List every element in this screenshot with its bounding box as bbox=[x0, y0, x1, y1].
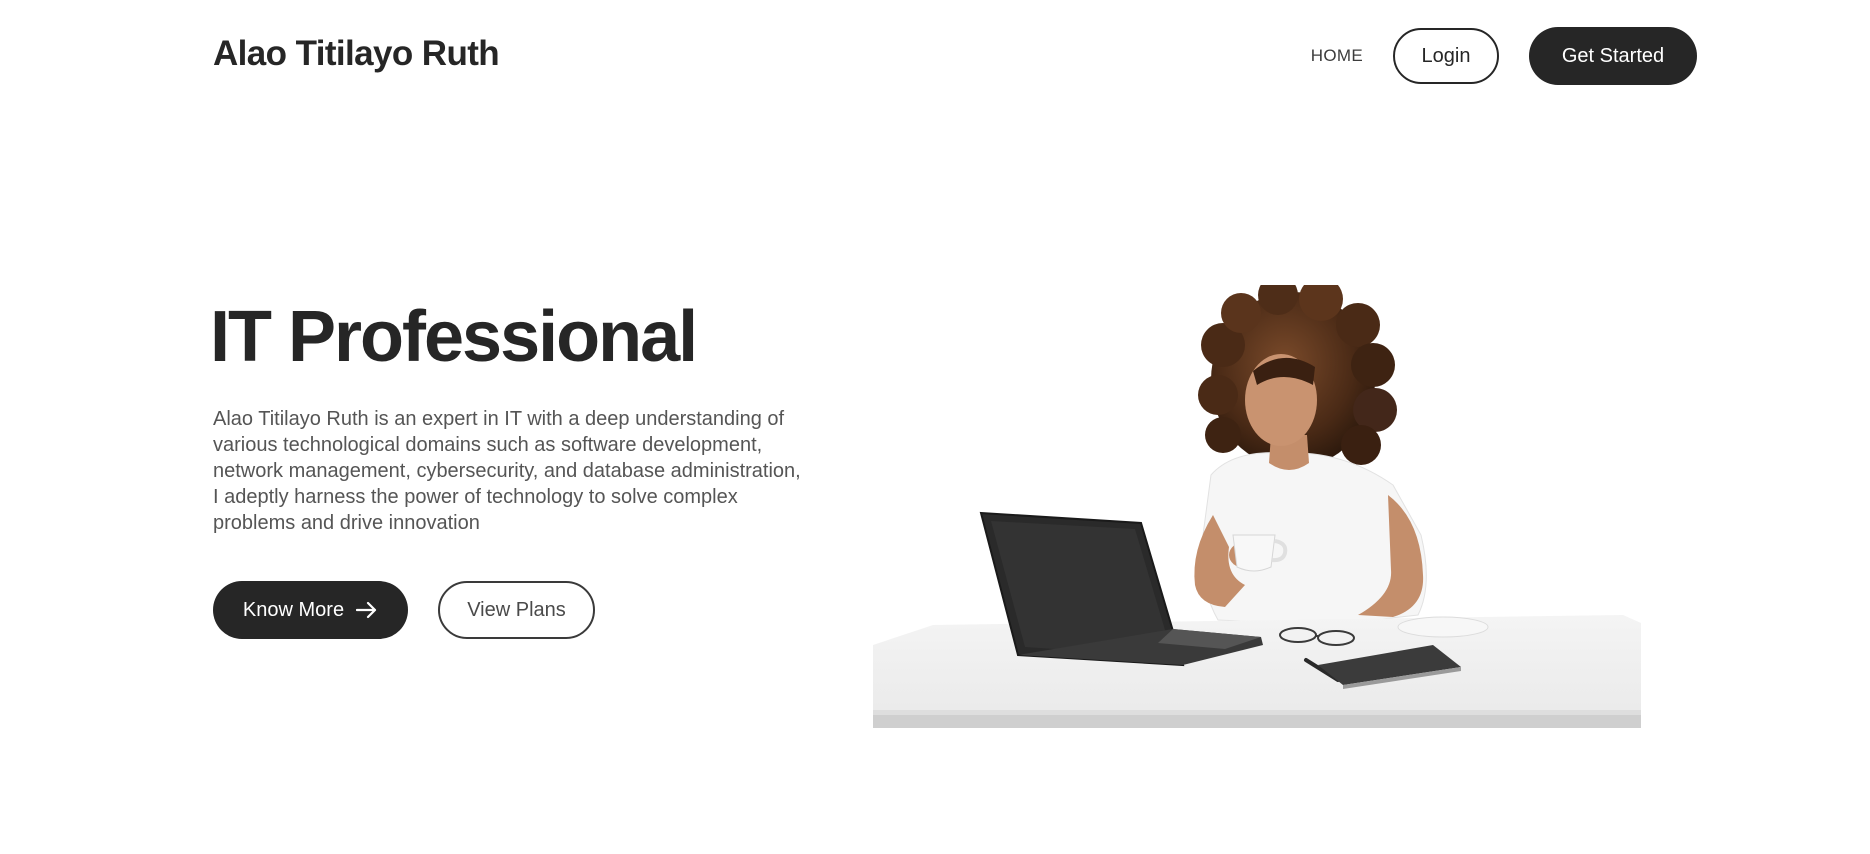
login-button[interactable]: Login bbox=[1393, 28, 1499, 84]
desk bbox=[873, 615, 1641, 728]
view-plans-button[interactable]: View Plans bbox=[438, 581, 595, 639]
hero-description: Alao Titilayo Ruth is an expert in IT wi… bbox=[213, 408, 801, 534]
hero-title: IT Professional bbox=[210, 297, 698, 377]
hero-actions: Know More View Plans bbox=[213, 581, 595, 639]
arrow-right-icon bbox=[356, 601, 378, 619]
know-more-button[interactable]: Know More bbox=[213, 581, 408, 639]
brand-logo-text[interactable]: Alao Titilayo Ruth bbox=[213, 34, 500, 74]
know-more-label: Know More bbox=[242, 598, 345, 621]
nav-home-link[interactable]: HOME bbox=[1311, 46, 1363, 66]
main-nav: HOME Login Get Started bbox=[1311, 27, 1697, 85]
site-header: Alao Titilayo Ruth HOME Login Get Starte… bbox=[0, 0, 1870, 112]
hero-image bbox=[873, 275, 1641, 728]
get-started-button[interactable]: Get Started bbox=[1529, 27, 1697, 85]
